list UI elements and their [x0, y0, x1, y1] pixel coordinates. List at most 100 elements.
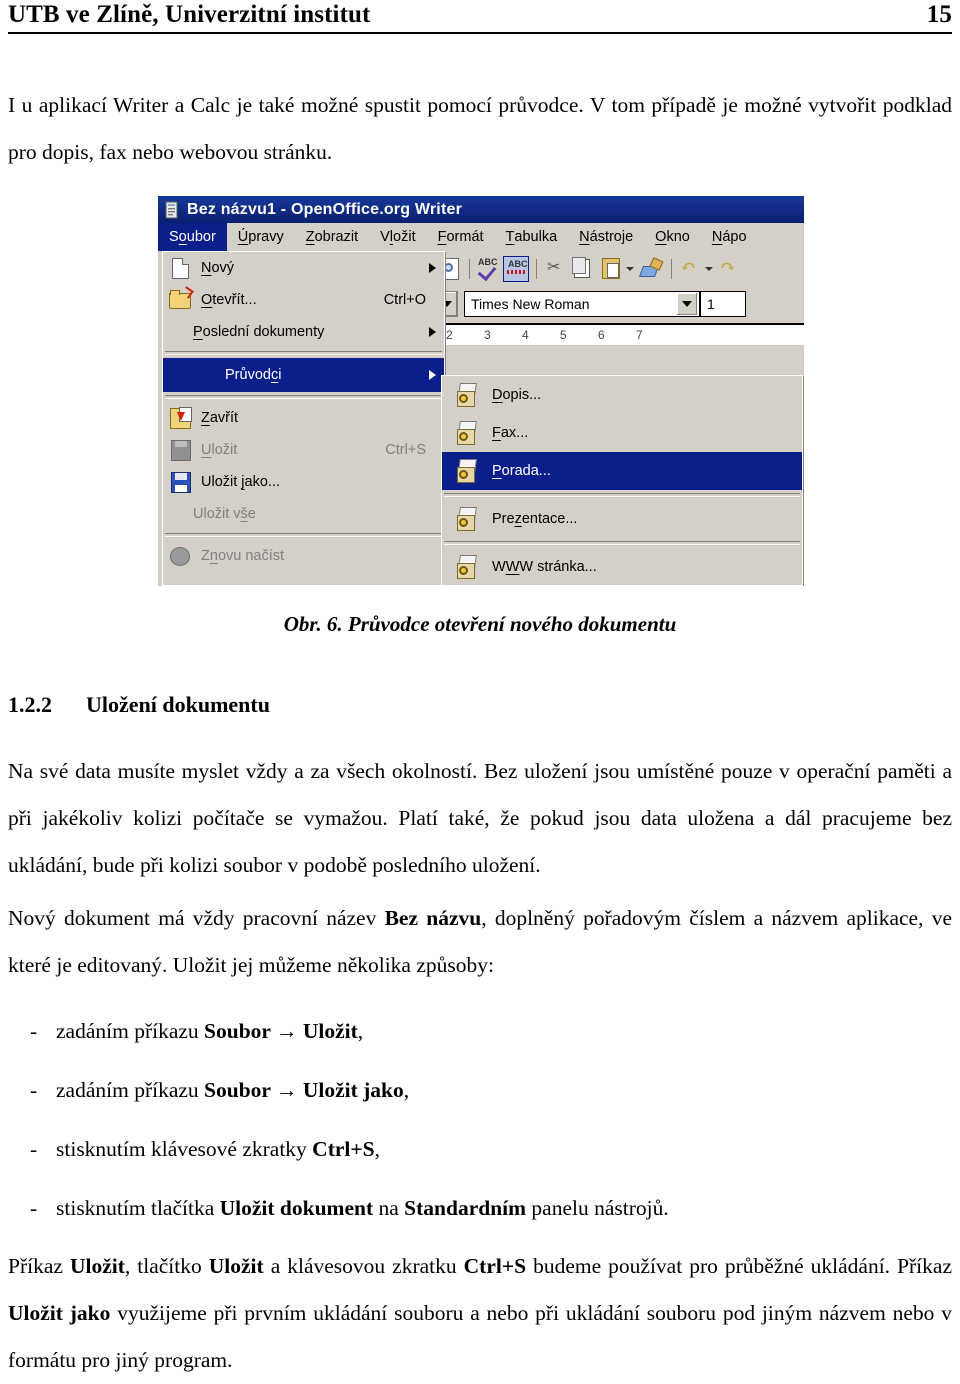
submenu-item-label: Dopis... [492, 387, 542, 403]
submenu-separator [444, 493, 800, 497]
list-marker: - [30, 1137, 38, 1161]
font-name-combo[interactable]: Times New Roman [464, 291, 700, 317]
paragraph-3-part-e: a klávesovou zkratku [263, 1254, 464, 1278]
menu-zobrazit[interactable]: Zobrazit [295, 223, 369, 251]
formatting-toolbar: Times New Roman 1 [436, 287, 804, 321]
submenu-item-www-stranka[interactable]: WWW stránka... [442, 548, 802, 586]
menu-separator [165, 395, 442, 399]
autospellcheck-icon[interactable]: ABC [503, 255, 529, 282]
save-as-icon [167, 470, 193, 494]
paste-icon[interactable] [598, 256, 624, 282]
cut-icon[interactable]: ✂ [542, 256, 568, 282]
menu-item-posledni-dokumenty[interactable]: Poslední dokumenty [163, 316, 444, 348]
horizontal-ruler[interactable]: 2 3 4 5 6 7 [436, 323, 804, 345]
font-name-value: Times New Roman [471, 296, 590, 312]
wizard-icon [452, 554, 478, 580]
undo-dropdown-icon[interactable] [705, 266, 713, 271]
submenu-item-dopis[interactable]: Dopis... [442, 376, 802, 414]
menu-item-label: Uložit jako... [201, 474, 280, 490]
list-item-text: stisknutím klávesové zkratky Ctrl+S, [56, 1120, 380, 1179]
menu-item-znovu-nacist[interactable]: Znovu načíst [163, 540, 444, 572]
list-item-command: Ctrl+S [312, 1137, 375, 1161]
new-document-icon [167, 256, 193, 280]
menu-item-shortcut: Ctrl+S [385, 442, 426, 458]
undo-icon[interactable]: ↶ [677, 256, 703, 282]
paragraph-3-part-i: využijeme při prvním ukládání souboru a … [8, 1301, 952, 1372]
font-name-dropdown-icon[interactable] [677, 293, 697, 315]
wizard-icon [452, 420, 478, 446]
menu-tabulka[interactable]: Tabulka [495, 223, 569, 251]
menu-soubor[interactable]: So ubor [158, 223, 227, 251]
wizard-icon [452, 382, 478, 408]
menu-item-novy[interactable]: Nový [163, 252, 444, 284]
paste-dropdown-icon[interactable] [626, 266, 634, 271]
list-marker: - [30, 1019, 38, 1043]
menu-upravy[interactable]: Úpravy [227, 223, 295, 251]
list-item-suffix: , [357, 1019, 364, 1043]
toolbar-area: ABC ABC ✂ ↶ ↷ Times New Roman 1 2 3 4 5 … [436, 251, 804, 359]
font-size-combo[interactable]: 1 [700, 291, 746, 317]
submenu-item-label: Porada... [492, 463, 551, 479]
page-header: UTB ve Zlíně, Univerzitní institut 15 [8, 0, 952, 40]
submenu-arrow-icon [429, 327, 436, 337]
list-marker: - [30, 1078, 38, 1102]
menu-item-zavrit[interactable]: Zavřít [163, 402, 444, 434]
spellcheck-icon[interactable]: ABC [475, 256, 501, 282]
clone-formatting-icon[interactable] [638, 256, 664, 282]
list-item: - zadáním příkazu Soubor → Uložit, [8, 1002, 952, 1061]
list-item-suffix: , [403, 1078, 410, 1102]
list-item-text: zadáním příkazu Soubor → Uložit, [56, 1002, 363, 1061]
paragraph-3-part-c: , tlačítko [124, 1254, 209, 1278]
menu-item-pruvodci[interactable]: Průvodci [163, 358, 444, 392]
menu-item-ulozit[interactable]: Uložit Ctrl+S [163, 434, 444, 466]
menu-nastroje[interactable]: Nástroje [568, 223, 644, 251]
menu-okno[interactable]: Okno [644, 223, 701, 251]
paragraph-2-bold-bez-nazvu: Bez názvu [384, 906, 482, 930]
toolbar-separator [536, 258, 537, 279]
figure-openoffice-screenshot: Bez názvu1 - OpenOffice.org Writer So ubo… [158, 196, 804, 586]
menubar: So ubor Úpravy Zobrazit Vl ožit Formát Tab… [158, 223, 804, 251]
file-menu-dropdown: Nový Otevřít... Ctrl+O Poslední dokument… [162, 251, 445, 586]
menu-item-otevrit[interactable]: Otevřít... Ctrl+O [163, 284, 444, 316]
list-item-text: zadáním příkazu Soubor → Uložit jako, [56, 1061, 409, 1120]
menu-vlozit[interactable]: Vl ožit [369, 223, 426, 251]
menu-item-ulozit-vse[interactable]: Uložit vše [163, 498, 444, 530]
list-item: - zadáním příkazu Soubor → Uložit jako, [8, 1061, 952, 1120]
submenu-item-fax[interactable]: Fax... [442, 414, 802, 452]
font-size-value: 1 [707, 296, 715, 312]
save-methods-list: - zadáním příkazu Soubor → Uložit, - zad… [8, 1002, 952, 1238]
page-number: 15 [926, 1, 952, 28]
menu-item-label: Otevřít... [201, 292, 257, 308]
list-item-toolbar-name: Standardním [404, 1196, 527, 1220]
submenu-item-label: Fax... [492, 425, 529, 441]
figure-caption: Obr. 6. Průvodce otevření nového dokumen… [283, 612, 677, 636]
list-item-mid: na [373, 1196, 405, 1220]
list-item-suffix: , [374, 1137, 380, 1161]
list-marker: - [30, 1196, 38, 1220]
menu-format[interactable]: Formát [427, 223, 495, 251]
menu-item-label: Znovu načíst [201, 548, 285, 564]
submenu-separator [444, 541, 800, 545]
menu-item-label: Poslední dokumenty [193, 324, 325, 340]
submenu-arrow-icon [429, 370, 436, 380]
submenu-item-prezentace[interactable]: Prezentace... [442, 500, 802, 538]
submenu-item-label: WWW stránka... [492, 559, 597, 575]
window-title: Bez názvu1 - OpenOffice.org Writer [187, 200, 462, 218]
menu-item-label: Uložit [201, 442, 238, 458]
submenu-item-porada[interactable]: Porada... [442, 452, 802, 490]
paragraph-3-part-a: Příkaz [8, 1254, 70, 1278]
copy-icon[interactable] [570, 256, 596, 282]
paragraph-1: Na své data musíte myslet vždy a za všec… [8, 748, 952, 889]
open-folder-icon [167, 288, 193, 312]
menu-item-shortcut: Ctrl+O [383, 292, 426, 308]
list-item-command: Soubor → Uložit jako [204, 1078, 404, 1102]
paragraph-1-text: Na své data musíte myslet vždy a za všec… [8, 759, 952, 877]
section-heading: 1.2.2 Uložení dokumentu [8, 692, 952, 718]
paragraph-3-bold-ulozit-jako: Uložit jako [8, 1301, 111, 1325]
list-item: - stisknutím tlačítka Uložit dokument na… [8, 1179, 952, 1238]
list-item: - stisknutím klávesové zkratky Ctrl+S, [8, 1120, 952, 1179]
list-item-command: Soubor → Uložit [204, 1019, 358, 1043]
redo-icon[interactable]: ↷ [717, 256, 743, 282]
menu-napoveda[interactable]: Nápo [701, 223, 758, 251]
menu-item-ulozit-jako[interactable]: Uložit jako... [163, 466, 444, 498]
